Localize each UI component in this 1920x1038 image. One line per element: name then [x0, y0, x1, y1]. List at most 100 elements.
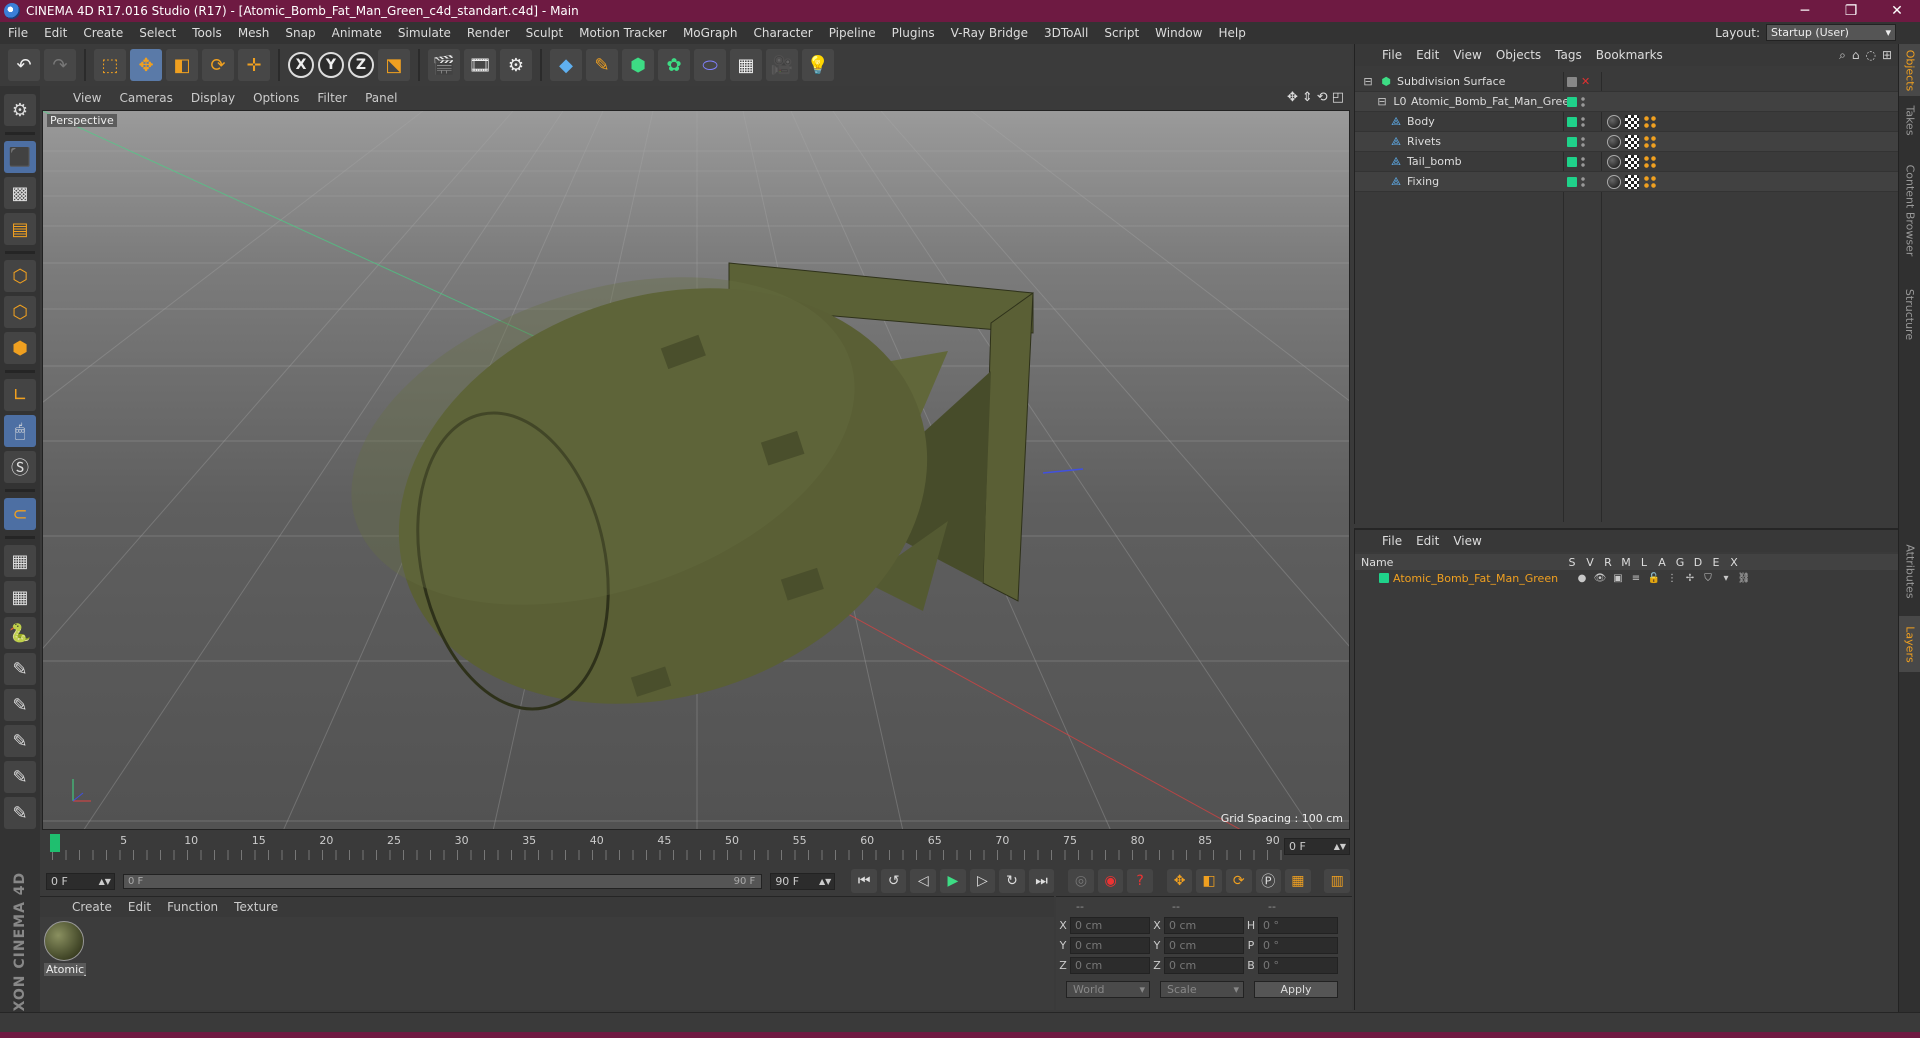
- current-frame-field[interactable]: 0 F ▲▼: [1284, 838, 1350, 855]
- viewport-menu-cameras[interactable]: Cameras: [110, 91, 181, 105]
- object-name[interactable]: Tail_bomb: [1407, 155, 1462, 168]
- manager-column-header[interactable]: M: [1617, 556, 1635, 569]
- maximize-button[interactable]: ❐: [1828, 0, 1874, 22]
- object-row[interactable]: ⟁ Rivets: [1355, 132, 1899, 152]
- rotation-p-field[interactable]: 0 °: [1258, 936, 1338, 954]
- timeline[interactable]: 0 5 10 15 20 25 30 35 40 45 50 55 60 65 …: [42, 832, 1352, 866]
- object-row[interactable]: ⊟ ⬢ Subdivision Surface ✕: [1355, 72, 1899, 92]
- visibility-dots-icon[interactable]: [1581, 115, 1585, 128]
- end-frame-field[interactable]: 90 F ▲▼: [770, 872, 836, 890]
- rotation-h-field[interactable]: 0 °: [1258, 916, 1338, 934]
- z-axis-lock-button[interactable]: Z: [348, 52, 374, 78]
- menu-mograph[interactable]: MoGraph: [675, 26, 746, 40]
- size-x-field[interactable]: 0 cm: [1164, 916, 1244, 934]
- position-z-field[interactable]: 0 cm: [1070, 956, 1150, 974]
- deformer-icon[interactable]: ⬭: [694, 49, 726, 81]
- close-button[interactable]: ✕: [1874, 0, 1920, 22]
- redo-icon[interactable]: ↷: [44, 49, 76, 81]
- layer-color-icon[interactable]: [1567, 96, 1577, 107]
- tab-layers[interactable]: Layers: [1899, 616, 1920, 672]
- visibility-dots-icon[interactable]: [1581, 175, 1585, 188]
- selection-tag-icon[interactable]: [1643, 134, 1657, 149]
- render-picture-viewer-icon[interactable]: 🎞: [464, 49, 496, 81]
- render-toggle-icon[interactable]: ▣: [1609, 573, 1627, 584]
- material-tag-icon[interactable]: [1607, 134, 1621, 149]
- size-z-field[interactable]: 0 cm: [1164, 956, 1244, 974]
- view-column-header[interactable]: V: [1581, 556, 1599, 569]
- play-icon[interactable]: ▶: [940, 869, 966, 893]
- model-mode-icon[interactable]: ⬛: [4, 141, 36, 173]
- solo-column-header[interactable]: S: [1563, 556, 1581, 569]
- menu-plugins[interactable]: Plugins: [884, 26, 943, 40]
- position-x-field[interactable]: 0 cm: [1070, 916, 1150, 934]
- name-column-header[interactable]: Name: [1355, 556, 1563, 569]
- transform-tool-icon[interactable]: ✛: [238, 49, 270, 81]
- visibility-dots-icon[interactable]: [1581, 155, 1585, 168]
- object-menu-objects[interactable]: Objects: [1489, 48, 1548, 62]
- timeline-ruler[interactable]: [52, 850, 1282, 860]
- object-row[interactable]: ⟁ Tail_bomb: [1355, 152, 1899, 172]
- live-selection-icon[interactable]: ⬚: [94, 49, 126, 81]
- playhead[interactable]: [50, 834, 60, 852]
- menu-render[interactable]: Render: [459, 26, 518, 40]
- toggle-view-icon[interactable]: ◰: [1332, 90, 1344, 105]
- pan-icon[interactable]: ✥: [1287, 90, 1298, 105]
- object-menu-bookmarks[interactable]: Bookmarks: [1589, 48, 1670, 62]
- layer-menu-file[interactable]: File: [1375, 534, 1409, 548]
- orbit-icon[interactable]: ⟲: [1317, 90, 1328, 105]
- tab-attributes[interactable]: Attributes: [1899, 528, 1920, 614]
- timeline-window-icon[interactable]: ▥: [1324, 869, 1351, 893]
- layer-color-icon[interactable]: [1567, 136, 1577, 147]
- layer-menu-edit[interactable]: Edit: [1409, 534, 1446, 548]
- menu-simulate[interactable]: Simulate: [390, 26, 459, 40]
- key-parameter-icon[interactable]: Ⓟ: [1255, 869, 1282, 893]
- layer-color-icon[interactable]: [1567, 176, 1577, 187]
- layer-color-icon[interactable]: [1567, 116, 1577, 127]
- view-toggle-icon[interactable]: 👁: [1591, 573, 1609, 584]
- polygons-mode-icon[interactable]: ⬢: [4, 332, 36, 364]
- workplane-lock-icon[interactable]: ▦: [4, 545, 36, 577]
- next-frame-icon[interactable]: ▷: [969, 869, 996, 893]
- object-name[interactable]: Rivets: [1407, 135, 1441, 148]
- generators-toggle-icon[interactable]: ✢: [1681, 573, 1699, 584]
- layer-name[interactable]: Atomic_Bomb_Fat_Man_Green: [1393, 572, 1573, 585]
- tab-takes[interactable]: Takes: [1899, 98, 1920, 142]
- object-menu-view[interactable]: View: [1446, 48, 1488, 62]
- layout-dropdown[interactable]: Startup (User): [1766, 24, 1896, 41]
- snapping-icon[interactable]: ⊂: [4, 498, 36, 530]
- object-name[interactable]: Atomic_Bomb_Fat_Man_Green: [1411, 95, 1576, 108]
- uvw-tag-icon[interactable]: [1625, 114, 1639, 129]
- rotation-b-field[interactable]: 0 °: [1258, 956, 1338, 974]
- dolly-icon[interactable]: ⇕: [1302, 90, 1313, 105]
- texture-mode-icon[interactable]: ▩: [4, 177, 36, 209]
- key-scale-icon[interactable]: ◧: [1196, 869, 1222, 893]
- cube-object-icon[interactable]: ◆: [550, 49, 582, 81]
- previous-key-icon[interactable]: ↺: [880, 869, 907, 893]
- workplane-mode-icon[interactable]: ▤: [4, 213, 36, 245]
- next-key-icon[interactable]: ↻: [999, 869, 1025, 893]
- sculpt-smooth-icon[interactable]: ✎: [4, 689, 36, 721]
- tab-structure[interactable]: Structure: [1899, 278, 1920, 350]
- size-y-field[interactable]: 0 cm: [1164, 936, 1244, 954]
- record-active-icon[interactable]: ◉: [1097, 869, 1124, 893]
- camera-icon[interactable]: 🎥: [766, 49, 798, 81]
- preview-range-slider[interactable]: 0 F 90 F: [122, 873, 763, 889]
- auto-keying-icon[interactable]: ?: [1127, 869, 1153, 893]
- object-menu-tags[interactable]: Tags: [1548, 48, 1589, 62]
- cloner-icon[interactable]: ✿: [658, 49, 690, 81]
- layer-color-icon[interactable]: [1567, 76, 1577, 87]
- rotate-tool-icon[interactable]: ⟳: [202, 49, 234, 81]
- material-menu-texture[interactable]: Texture: [226, 900, 286, 914]
- layer-menu-view[interactable]: View: [1446, 534, 1488, 548]
- menu-character[interactable]: Character: [745, 26, 820, 40]
- grid-snap-icon[interactable]: ▦: [4, 581, 36, 613]
- axis-mode-icon[interactable]: ∟: [4, 379, 36, 411]
- material-tag-icon[interactable]: [1607, 154, 1621, 169]
- solo-mode-icon[interactable]: Ⓢ: [4, 451, 36, 483]
- render-settings-icon[interactable]: ⚙: [500, 49, 532, 81]
- visibility-dots-icon[interactable]: [1581, 135, 1585, 148]
- viewport-menu-display[interactable]: Display: [182, 91, 244, 105]
- render-view-icon[interactable]: 🎬: [428, 49, 460, 81]
- uvw-tag-icon[interactable]: [1625, 174, 1639, 189]
- tab-content-browser[interactable]: Content Browser: [1899, 144, 1920, 276]
